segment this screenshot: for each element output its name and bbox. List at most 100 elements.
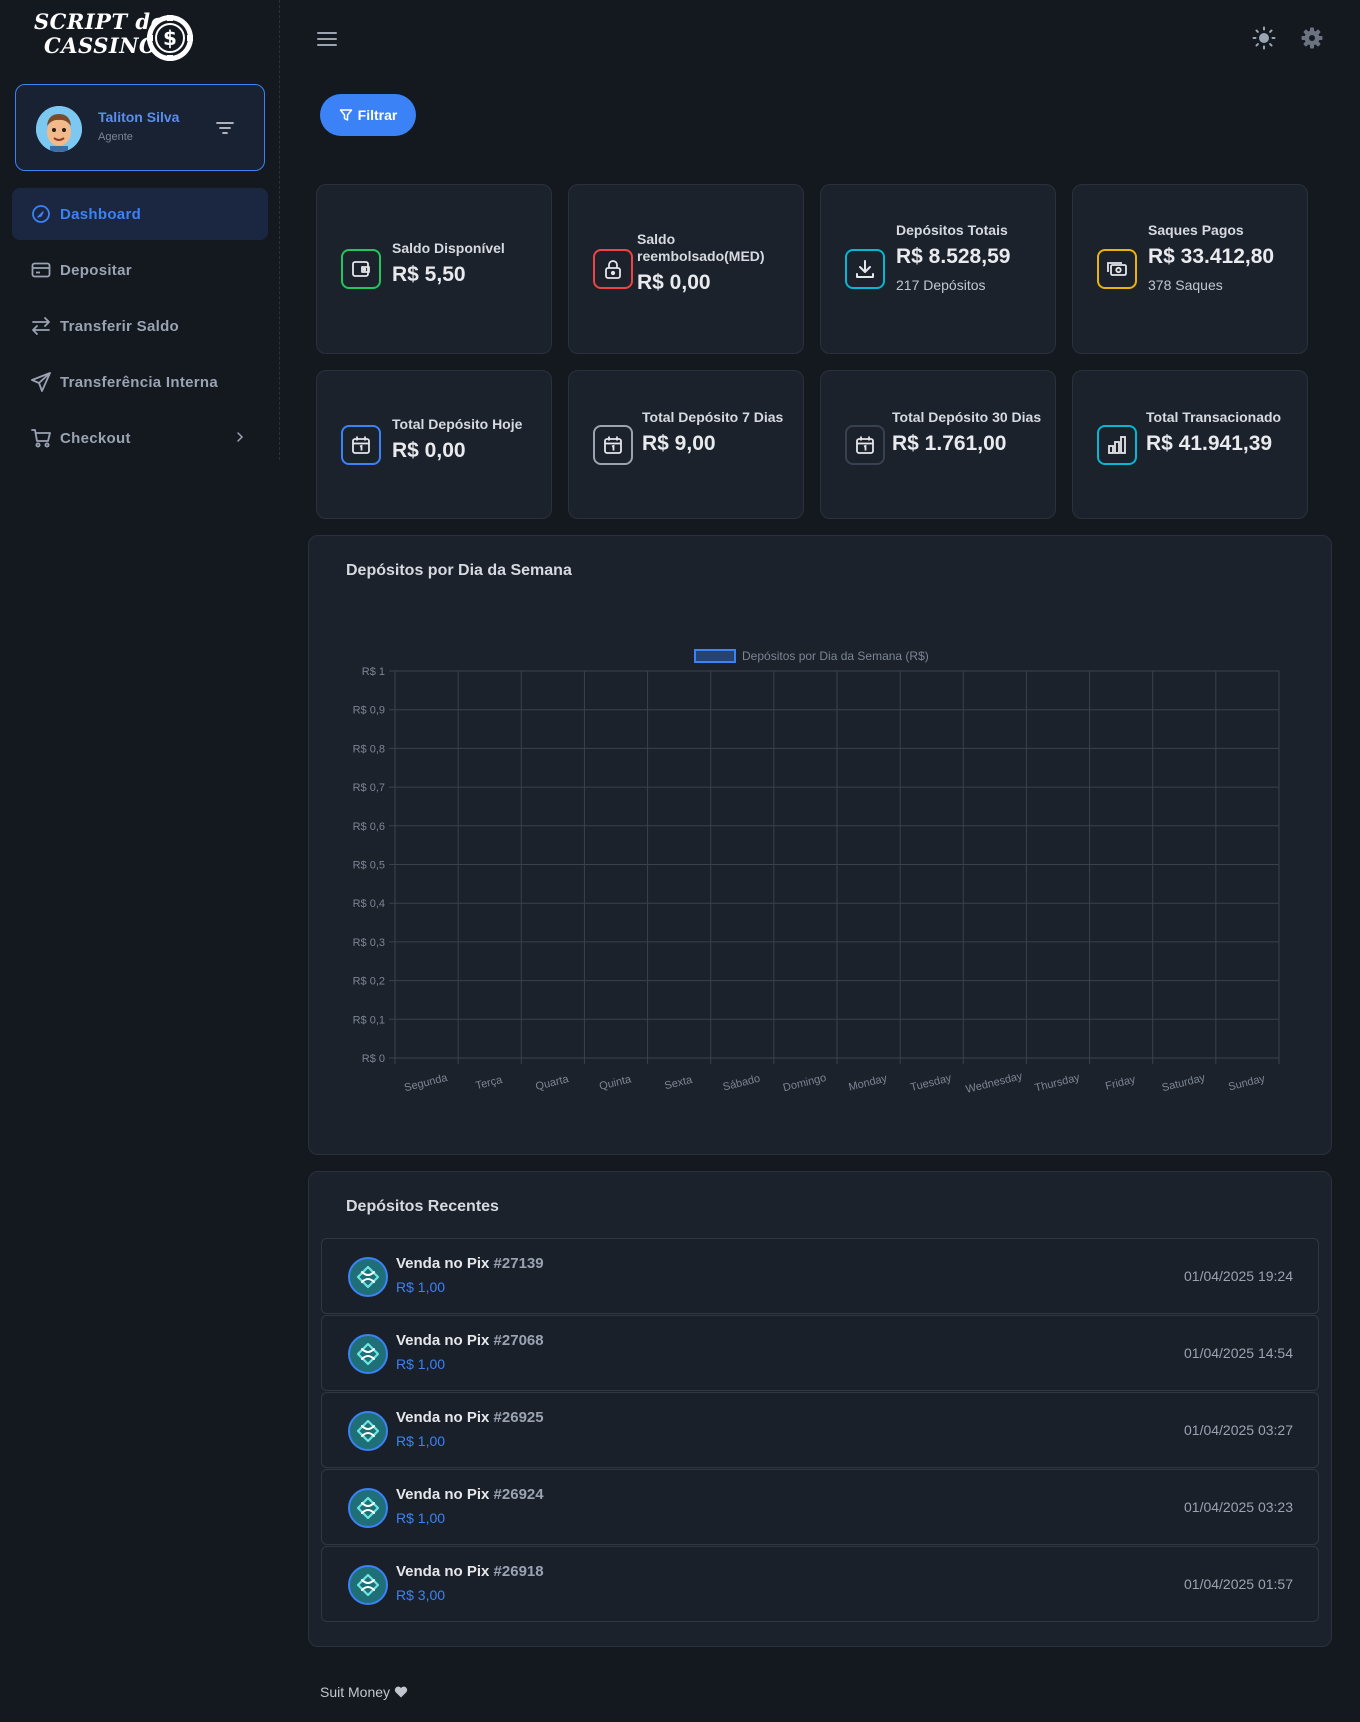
deposit-date: 01/04/2025 14:54 xyxy=(1184,1345,1293,1361)
x-tick-label: Quarta xyxy=(534,1073,570,1093)
sidebar-item-checkout[interactable]: Checkout xyxy=(12,412,268,464)
stat-title: Saldo reembolsado(MED) xyxy=(637,231,765,264)
deposit-date: 01/04/2025 03:27 xyxy=(1184,1422,1293,1438)
x-tick-label: Tuesday xyxy=(909,1072,953,1094)
gear-icon[interactable] xyxy=(1300,26,1324,50)
deposit-id: #27139 xyxy=(493,1255,544,1272)
x-tick-label: Saturday xyxy=(1161,1072,1207,1094)
brand-line1: SCRIPT de xyxy=(34,9,165,34)
y-tick-label: R$ 0,2 xyxy=(353,976,385,988)
filter-button-label: Filtrar xyxy=(357,107,398,123)
recent-deposits-title: Depósitos Recentes xyxy=(346,1198,499,1215)
pix-icon xyxy=(348,1411,388,1451)
sidebar-item-depositar[interactable]: Depositar xyxy=(12,244,268,296)
recent-deposits-card: Depósitos Recentes Venda no Pix #27139 R… xyxy=(308,1171,1332,1647)
list-item[interactable]: Venda no Pix #26924 R$ 1,00 01/04/2025 0… xyxy=(321,1469,1319,1545)
sidebar-item-transferencia-interna[interactable]: Transferência Interna xyxy=(12,356,268,408)
x-tick-label: Segunda xyxy=(403,1072,449,1095)
list-item[interactable]: Venda no Pix #26918 R$ 3,00 01/04/2025 0… xyxy=(321,1546,1319,1622)
deposit-title: Venda no Pix #26925 xyxy=(396,1409,544,1426)
dashboard-icon xyxy=(30,203,52,225)
send-icon xyxy=(30,371,52,393)
deposit-label: Venda no Pix xyxy=(396,1486,490,1503)
stat-card-total-transacionado: Total Transacionado R$ 41.941,39 xyxy=(1072,370,1308,519)
stat-value: R$ 33.412,80 xyxy=(1148,245,1275,268)
sidebar-item-label: Checkout xyxy=(60,429,131,447)
stat-value: R$ 8.528,59 xyxy=(896,245,1011,268)
sidebar-item-dashboard[interactable]: Dashboard xyxy=(12,188,268,240)
x-tick-label: Monday xyxy=(847,1072,888,1093)
chip-symbol: $ xyxy=(163,26,177,50)
user-name: Taliton Silva xyxy=(98,109,180,125)
list-item[interactable]: Venda no Pix #27068 R$ 1,00 01/04/2025 1… xyxy=(321,1315,1319,1391)
y-tick-label: R$ 0,3 xyxy=(353,937,385,949)
funnel-icon xyxy=(339,109,352,121)
stat-value: R$ 5,50 xyxy=(392,263,466,286)
transfer-icon xyxy=(30,315,52,337)
x-tick-label: Friday xyxy=(1104,1073,1137,1092)
avatar-memoji-icon xyxy=(36,106,82,152)
stat-title: Total Depósito 30 Dias xyxy=(892,409,1042,425)
avatar xyxy=(36,106,82,152)
hamburger-menu-icon[interactable] xyxy=(316,28,338,50)
pix-icon xyxy=(348,1488,388,1528)
x-tick-label: Terça xyxy=(474,1074,504,1092)
list-item[interactable]: Venda no Pix #27139 R$ 1,00 01/04/2025 1… xyxy=(321,1238,1319,1314)
list-item[interactable]: Venda no Pix #26925 R$ 1,00 01/04/2025 0… xyxy=(321,1392,1319,1468)
brand-line2: CASSINO xyxy=(44,33,158,58)
cart-icon xyxy=(30,427,52,449)
deposits-by-weekday-chart: R$ 0 R$ 0,1 R$ 0,2 R$ 0,3 R$ 0,4 R$ 0,5 R$ 0,6… xyxy=(353,649,1280,1096)
deposit-amount: R$ 1,00 xyxy=(396,1510,446,1526)
deposit-label: Venda no Pix xyxy=(396,1255,490,1272)
y-tick-label: R$ 0,1 xyxy=(353,1014,385,1026)
y-tick-label: R$ 0,8 xyxy=(353,743,385,755)
pix-icon xyxy=(348,1257,388,1297)
deposit-id: #26924 xyxy=(493,1486,544,1503)
footer-text: Suit Money xyxy=(320,1684,391,1700)
stat-card-saldo-reembolsado: Saldo reembolsado(MED) R$ 0,00 xyxy=(568,184,804,354)
card-icon xyxy=(30,259,52,281)
x-tick-label: Quinta xyxy=(598,1073,633,1093)
deposit-amount: R$ 1,00 xyxy=(396,1279,446,1295)
sidebar-item-transferir-saldo[interactable]: Transferir Saldo xyxy=(12,300,268,352)
stat-title: Total Depósito Hoje xyxy=(392,416,523,432)
brand-logo[interactable]: SCRIPT de CASSINO $ xyxy=(34,10,209,66)
deposit-date: 01/04/2025 01:57 xyxy=(1184,1576,1293,1592)
stat-value: R$ 9,00 xyxy=(642,432,716,455)
calendar-icon xyxy=(341,425,381,465)
stat-card-depositos-totais: Depósitos Totais R$ 8.528,59 217 Depósit… xyxy=(820,184,1056,354)
x-tick-label: Sunday xyxy=(1227,1073,1267,1094)
chevron-right-icon xyxy=(237,432,244,442)
y-tick-label: R$ 0,4 xyxy=(353,898,385,910)
y-tick-label: R$ 1 xyxy=(362,666,385,678)
filter-button[interactable]: Filtrar xyxy=(320,94,416,136)
stat-sub: 378 Saques xyxy=(1148,277,1223,293)
y-tick-label: R$ 0 xyxy=(362,1053,385,1065)
chart-card: Depósitos por Dia da Semana R$ 0 R$ 0,1 R$… xyxy=(308,535,1332,1155)
pix-icon xyxy=(348,1565,388,1605)
deposit-title: Venda no Pix #26924 xyxy=(396,1486,544,1503)
pix-icon xyxy=(348,1334,388,1374)
stat-value: R$ 1.761,00 xyxy=(892,432,1007,455)
deposit-title: Venda no Pix #27068 xyxy=(396,1332,544,1349)
sidebar: SCRIPT de CASSINO $ Taliton Silva Agente… xyxy=(0,0,280,460)
deposit-date: 01/04/2025 19:24 xyxy=(1184,1268,1293,1284)
footer: Suit Money xyxy=(320,1684,408,1700)
stat-card-deposito-7-dias: Total Depósito 7 Dias R$ 9,00 xyxy=(568,370,804,519)
x-tick-label: Sexta xyxy=(663,1074,694,1093)
deposit-date: 01/04/2025 03:23 xyxy=(1184,1499,1293,1515)
filter-lines-icon[interactable] xyxy=(214,117,236,139)
x-tick-label: Thursday xyxy=(1034,1072,1082,1095)
y-tick-label: R$ 0,6 xyxy=(353,821,385,833)
stat-value: R$ 0,00 xyxy=(637,271,711,294)
user-card[interactable]: Taliton Silva Agente xyxy=(15,84,265,171)
deposit-title: Venda no Pix #26918 xyxy=(396,1563,544,1580)
stat-card-deposito-30-dias: Total Depósito 30 Dias R$ 1.761,00 xyxy=(820,370,1056,519)
deposit-label: Venda no Pix xyxy=(396,1332,490,1349)
stat-value: R$ 41.941,39 xyxy=(1146,432,1273,455)
stat-card-saques-pagos: Saques Pagos R$ 33.412,80 378 Saques xyxy=(1072,184,1308,354)
y-tick-label: R$ 0,5 xyxy=(353,860,385,872)
recent-deposits-list: Venda no Pix #27139 R$ 1,00 01/04/2025 1… xyxy=(321,1238,1319,1623)
theme-sun-icon[interactable] xyxy=(1252,26,1276,50)
download-icon xyxy=(845,249,885,289)
